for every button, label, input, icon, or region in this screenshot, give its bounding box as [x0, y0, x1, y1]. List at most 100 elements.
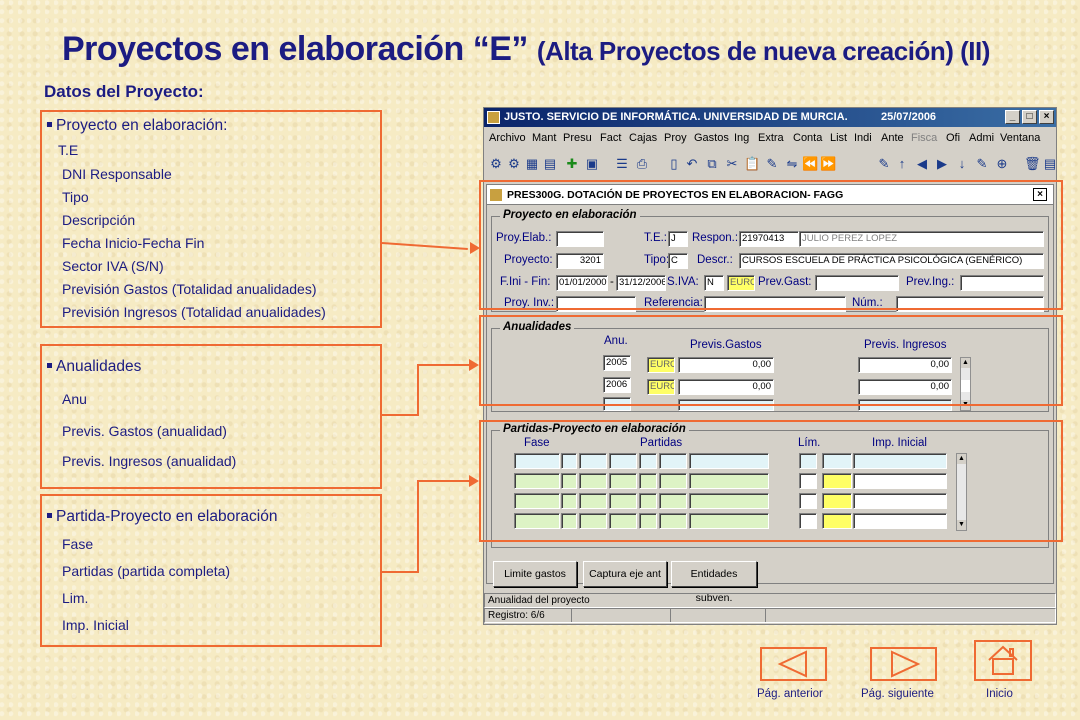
box-proyecto: Proyecto en elaboración: T.E DNI Respons… — [40, 110, 382, 328]
menu-fact[interactable]: Fact — [600, 132, 621, 144]
copy-icon[interactable]: ⧉ — [704, 156, 720, 172]
box-proyecto-item: Descripción — [62, 212, 136, 228]
connector-line — [382, 571, 418, 573]
home-button[interactable] — [974, 640, 1032, 681]
slide-title-sub: (Alta Proyectos de nueva creación) (II) — [536, 36, 990, 66]
app-date: 25/07/2006 — [881, 111, 937, 123]
status-divider — [670, 609, 671, 622]
box-proyecto-item: Tipo — [62, 189, 89, 205]
menu-cajas[interactable]: Cajas — [629, 132, 657, 144]
trash-icon[interactable]: 🗑 — [1024, 156, 1041, 172]
captura-eje-ant-button[interactable]: Captura eje ant — [583, 561, 667, 587]
box-anualidades: Anualidades Anu Previs. Gastos (anualida… — [40, 344, 382, 489]
menu-fisca[interactable]: Fisca — [911, 132, 937, 144]
wand-icon[interactable]: ✎ — [876, 156, 892, 172]
menu-list[interactable]: List — [830, 132, 847, 144]
open-icon[interactable]: ⚙ — [488, 156, 504, 172]
cut-icon[interactable]: ✂ — [724, 156, 740, 172]
box-partidas-item: Partidas (partida completa) — [62, 563, 231, 579]
undo-icon[interactable]: ↶ — [684, 156, 700, 172]
first-record-icon[interactable]: ⏪ — [802, 156, 818, 172]
arrow-right-icon — [469, 359, 479, 371]
slide-title-main: Proyectos en elaboración “E” — [62, 30, 528, 68]
box-anualidades-heading: Anualidades — [47, 358, 141, 376]
box-proyecto-item: Previsión Ingresos (Totalidad anualidade… — [62, 304, 326, 320]
menu-ing[interactable]: Ing — [734, 132, 749, 144]
menu-conta[interactable]: Conta — [793, 132, 822, 144]
menu-indi[interactable]: Indi — [854, 132, 872, 144]
menu-presu[interactable]: Presu — [563, 132, 592, 144]
edit-icon[interactable]: ⚙ — [506, 156, 522, 172]
box-proyecto-item: Sector IVA (S/N) — [62, 258, 164, 274]
home-icon — [988, 645, 1018, 675]
arrow-left-icon[interactable]: ◀ — [914, 156, 930, 172]
menu-archivo[interactable]: Archivo — [489, 132, 526, 144]
menu-mant[interactable]: Mant — [532, 132, 556, 144]
zoom-icon[interactable]: ⊕ — [994, 156, 1010, 172]
menu-extra[interactable]: Extra — [758, 132, 784, 144]
box-proyecto-item: T.E — [58, 142, 79, 158]
filter-icon[interactable]: ▤ — [542, 156, 558, 172]
arrow-right-icon[interactable]: ▶ — [934, 156, 950, 172]
connector-line — [417, 364, 469, 366]
slide-title: Proyectos en elaboración “E” (Alta Proye… — [62, 30, 1072, 69]
menu-ofi[interactable]: Ofi — [946, 132, 960, 144]
connector-line — [417, 480, 469, 482]
highlight-partidas — [479, 420, 1063, 542]
bullet-icon — [47, 122, 52, 128]
maximize-button[interactable]: □ — [1022, 110, 1037, 124]
grid-icon[interactable]: ▦ — [524, 156, 540, 172]
box-anualidades-item: Previs. Ingresos (anualidad) — [62, 453, 237, 469]
close-button[interactable]: × — [1039, 110, 1054, 124]
save-icon[interactable]: ▣ — [584, 156, 600, 172]
app-title: JUSTO. SERVICIO DE INFORMÁTICA. UNIVERSI… — [504, 111, 848, 123]
box-proyecto-item: DNI Responsable — [62, 166, 172, 182]
prev-page-button[interactable] — [760, 647, 827, 681]
highlight-anualidades — [479, 315, 1063, 406]
app-titlebar: JUSTO. SERVICIO DE INFORMÁTICA. UNIVERSI… — [484, 108, 1056, 127]
next-page-label[interactable]: Pág. siguiente — [861, 688, 934, 700]
connector-line — [382, 414, 418, 416]
status-divider — [765, 609, 766, 622]
box-partidas-item: Imp. Inicial — [62, 617, 129, 633]
entidades-subven-button[interactable]: Entidades subven. — [671, 561, 757, 604]
pen-icon[interactable]: ✎ — [974, 156, 990, 172]
exit-icon[interactable]: ▤ — [1042, 156, 1058, 172]
box-partidas-item: Lim. — [62, 590, 89, 606]
arrow-right-icon — [469, 475, 479, 487]
menu-gastos[interactable]: Gastos — [694, 132, 729, 144]
limite-gastos-button[interactable]: Limite gastos — [493, 561, 577, 587]
door-icon[interactable]: ▯ — [666, 156, 682, 172]
menu-bar: Archivo Mant Presu Fact Cajas Proy Gasto… — [484, 129, 1056, 147]
paste-icon[interactable]: 📋 — [744, 156, 760, 172]
status-bar-message: Anualidad del proyecto — [484, 593, 1056, 608]
box-proyecto-item: Previsión Gastos (Totalidad anualidades) — [62, 281, 317, 297]
menu-ante[interactable]: Ante — [881, 132, 904, 144]
add-icon[interactable]: ✚ — [564, 156, 580, 172]
prev-page-label[interactable]: Pág. anterior — [757, 688, 823, 700]
menu-admi[interactable]: Admi — [969, 132, 994, 144]
status-divider — [571, 609, 572, 622]
menu-proy[interactable]: Proy — [664, 132, 687, 144]
minimize-button[interactable]: _ — [1005, 110, 1020, 124]
box-partidas: Partida-Proyecto en elaboración Fase Par… — [40, 494, 382, 647]
connector-line — [417, 480, 419, 573]
next-page-button[interactable] — [870, 647, 937, 681]
section-label: Datos del Proyecto: — [44, 82, 204, 101]
list-icon[interactable]: ☰ — [614, 156, 630, 172]
menu-ventana[interactable]: Ventana — [1000, 132, 1040, 144]
print-icon[interactable]: ⎙ — [634, 156, 650, 172]
last-record-icon[interactable]: ⏩ — [820, 156, 836, 172]
arrow-up-icon[interactable]: ↑ — [894, 156, 910, 172]
record-counter: Registro: 6/6 — [488, 610, 545, 621]
box-partidas-item: Fase — [62, 536, 94, 552]
erase-icon[interactable]: ✎ — [764, 156, 780, 172]
box-proyecto-item: Fecha Inicio-Fecha Fin — [62, 235, 205, 251]
connector-line — [381, 242, 468, 250]
arrow-down-icon[interactable]: ↓ — [954, 156, 970, 172]
status-bar-record: Registro: 6/6 — [484, 608, 1056, 623]
mark-icon[interactable]: ⇋ — [784, 156, 800, 172]
app-icon — [487, 111, 500, 124]
home-label[interactable]: Inicio — [986, 688, 1013, 700]
bullet-icon — [47, 363, 52, 369]
